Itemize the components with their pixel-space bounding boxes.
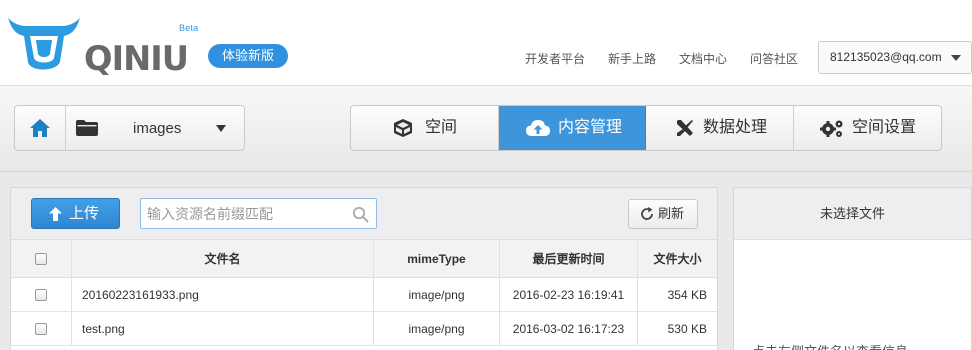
column-header-label: mimeType xyxy=(407,251,466,266)
nav-docs[interactable]: 文档中心 xyxy=(679,50,727,67)
tab-space[interactable]: 空间 xyxy=(351,106,499,150)
chevron-down-icon[interactable] xyxy=(216,125,226,132)
folder-icon xyxy=(76,120,98,136)
refresh-icon xyxy=(641,207,653,220)
svg-text:QINIU: QINIU xyxy=(84,39,188,76)
search-box xyxy=(140,198,377,229)
column-header-size[interactable]: 文件大小 xyxy=(638,240,717,277)
file-size: 530 KB xyxy=(667,321,707,336)
top-header: QINIU Beta 体验新版 开发者平台 新手上路 文档中心 问答社区 812… xyxy=(0,0,972,86)
file-info-title: 未选择文件 xyxy=(734,188,971,240)
updated-cell: 2016-02-23 16:19:41 xyxy=(500,278,638,311)
mime-type: image/png xyxy=(408,287,465,302)
refresh-button[interactable]: 刷新 xyxy=(628,199,698,229)
mime-cell: image/png xyxy=(374,312,500,345)
arrow-up-icon xyxy=(49,207,62,221)
file-name[interactable]: 20160223161933.png xyxy=(82,288,199,302)
beta-tag: Beta xyxy=(179,23,199,33)
row-select-cell xyxy=(11,312,72,345)
tab-data-processing[interactable]: 数据处理 xyxy=(646,106,794,150)
search-icon[interactable] xyxy=(352,206,369,223)
cloud-upload-icon xyxy=(526,120,550,136)
row-checkbox[interactable] xyxy=(35,288,47,301)
cube-icon xyxy=(394,119,412,137)
bucket-selector[interactable]: images xyxy=(133,120,181,137)
table-row[interactable]: test.png image/png 2016-03-02 16:17:23 5… xyxy=(11,312,717,346)
header-select-cell xyxy=(11,240,72,277)
row-select-cell xyxy=(11,278,72,311)
file-list-panel: 上传 刷新 文件名 mimeType 最后更新时间 xyxy=(10,187,718,350)
file-name-cell[interactable]: test.png xyxy=(72,312,374,345)
nav-qa-community[interactable]: 问答社区 xyxy=(750,50,798,67)
nav-getting-started[interactable]: 新手上路 xyxy=(608,50,656,67)
column-header-label: 最后更新时间 xyxy=(532,252,605,266)
column-header-label: 文件名 xyxy=(204,252,241,266)
search-input[interactable] xyxy=(147,205,347,223)
updated-time: 2016-03-02 16:17:23 xyxy=(512,321,625,336)
home-icon xyxy=(30,119,50,137)
column-header-label: 文件大小 xyxy=(653,252,702,266)
updated-time: 2016-02-23 16:19:41 xyxy=(512,287,625,302)
file-info-panel: 未选择文件 点击左侧文件名以查看信息 xyxy=(733,187,972,350)
tab-content-management[interactable]: 内容管理 xyxy=(499,106,646,150)
breadcrumb: images xyxy=(14,105,245,151)
account-dropdown[interactable]: 812135023@qq.com xyxy=(818,41,972,74)
table-header: 文件名 mimeType 最后更新时间 文件大小 xyxy=(11,240,717,278)
chevron-down-icon xyxy=(951,55,961,61)
tab-label: 空间设置 xyxy=(852,119,917,136)
file-name[interactable]: test.png xyxy=(82,322,125,336)
table-row[interactable]: 20160223161933.png image/png 2016-02-23 … xyxy=(11,278,717,312)
nav-developer-platform[interactable]: 开发者平台 xyxy=(525,50,585,67)
file-size: 354 KB xyxy=(667,287,707,302)
tools-icon xyxy=(677,120,693,136)
upload-button[interactable]: 上传 xyxy=(31,198,120,229)
tab-label: 空间 xyxy=(425,119,458,136)
row-checkbox[interactable] xyxy=(35,322,47,335)
tab-label: 数据处理 xyxy=(703,119,768,136)
refresh-label: 刷新 xyxy=(658,206,685,221)
tab-space-settings[interactable]: 空间设置 xyxy=(794,106,941,150)
tab-label: 内容管理 xyxy=(558,119,623,136)
upload-label: 上传 xyxy=(69,205,100,222)
file-toolbar: 上传 刷新 xyxy=(11,188,717,240)
mime-type: image/png xyxy=(408,321,465,336)
column-header-updated[interactable]: 最后更新时间 xyxy=(500,240,638,277)
mime-cell: image/png xyxy=(374,278,500,311)
select-all-checkbox[interactable] xyxy=(35,252,47,265)
home-button[interactable] xyxy=(15,106,66,150)
gears-icon xyxy=(820,120,843,137)
size-cell: 530 KB xyxy=(638,312,717,345)
size-cell: 354 KB xyxy=(638,278,717,311)
column-header-filename[interactable]: 文件名 xyxy=(72,240,374,277)
column-header-mimetype[interactable]: mimeType xyxy=(374,240,500,277)
account-email: 812135023@qq.com xyxy=(830,50,942,64)
file-name-cell[interactable]: 20160223161933.png xyxy=(72,278,374,311)
try-new-version-button[interactable]: 体验新版 xyxy=(208,44,288,68)
qiniu-logo[interactable]: QINIU xyxy=(4,12,190,76)
main-tabs: 空间 内容管理 数据处理 空间设置 xyxy=(350,105,942,151)
file-info-hint: 点击左侧文件名以查看信息 xyxy=(752,341,908,350)
updated-cell: 2016-03-02 16:17:23 xyxy=(500,312,638,345)
